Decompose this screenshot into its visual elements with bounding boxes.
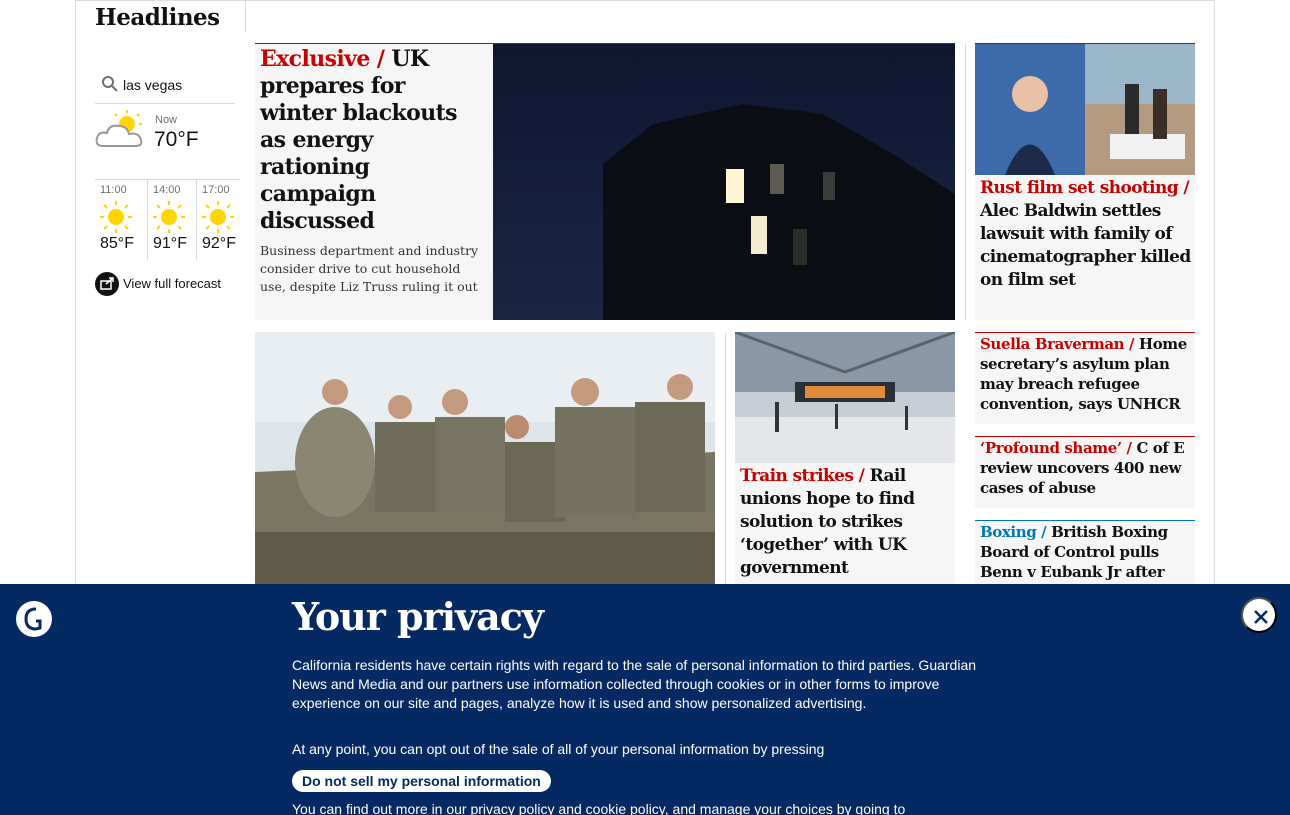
section-title: Headlines [95, 4, 220, 31]
privacy-title: Your privacy [292, 594, 544, 639]
view-full-forecast-label: View full forecast [123, 276, 222, 291]
close-icon [1254, 610, 1268, 624]
story-card-ukraine[interactable] [255, 332, 715, 592]
weather-location-value: las vegas [123, 77, 183, 93]
sun-icon [202, 201, 234, 233]
story-image-film-event [975, 44, 1195, 175]
kicker-separator: / [1129, 335, 1139, 353]
kicker-separator: / [1041, 523, 1052, 541]
weather-now: Now 70°F [95, 108, 235, 178]
weather-hour-time: 17:00 [202, 184, 230, 196]
close-privacy-button[interactable] [1241, 597, 1277, 633]
column-divider [965, 43, 966, 320]
kicker-separator: / [376, 46, 392, 72]
rust-headline[interactable]: Rust film set shooting / Alec Baldwin se… [980, 177, 1192, 292]
section-divider [245, 0, 246, 32]
cofe-kicker: ‘Profound shame’ [980, 439, 1122, 457]
story-card-main[interactable]: Exclusive / UK prepares for winter black… [255, 43, 955, 320]
weather-hour: 14:00 91°F [147, 180, 195, 260]
cofe-headline[interactable]: ‘Profound shame’ / C of E review uncover… [975, 437, 1195, 499]
weather-location-search[interactable]: las vegas [95, 70, 235, 104]
weather-now-label: Now [155, 114, 178, 126]
privacy-more-text: You can find out more in our privacy pol… [292, 801, 906, 815]
boxing-headline[interactable]: Boxing / British Boxing Board of Control… [975, 521, 1195, 583]
privacy-banner: Your privacy California residents have c… [0, 584, 1290, 815]
rust-headline-text: Alec Baldwin settles lawsuit with family… [980, 201, 1191, 290]
main-headline-text: UK prepares for winter blackouts as ener… [260, 46, 458, 234]
rust-kicker: Rust film set shooting [980, 178, 1179, 198]
story-card-braverman[interactable]: Suella Braverman / Home secretary’s asyl… [975, 332, 1195, 424]
sun-icon [153, 201, 185, 233]
story-image-building-at-night [493, 44, 955, 320]
main-kicker: Exclusive [260, 46, 370, 72]
braverman-kicker: Suella Braverman [980, 335, 1125, 353]
kicker-separator: / [1183, 178, 1190, 198]
train-kicker: Train strikes [740, 466, 854, 486]
weather-hourly: 11:00 85°F 14:00 91°F 17:00 92°F [95, 179, 240, 260]
story-image-station [735, 332, 955, 463]
kicker-separator: / [858, 466, 870, 486]
weather-hour-temp: 85°F [100, 235, 134, 252]
story-card-rust[interactable]: Rust film set shooting / Alec Baldwin se… [975, 43, 1195, 320]
kicker-separator: / [1126, 439, 1137, 457]
story-image-soldiers [255, 332, 715, 584]
column-divider [725, 332, 726, 592]
search-icon [102, 76, 118, 92]
privacy-optout-text: At any point, you can opt out of the sal… [292, 741, 825, 757]
external-link-icon [95, 272, 119, 296]
main-headline[interactable]: Exclusive / UK prepares for winter black… [260, 46, 485, 235]
braverman-headline[interactable]: Suella Braverman / Home secretary’s asyl… [975, 333, 1195, 415]
weather-hour-temp: 92°F [202, 235, 236, 252]
weather-hour-temp: 91°F [153, 235, 187, 252]
story-card-boxing[interactable]: Boxing / British Boxing Board of Control… [975, 520, 1195, 590]
train-headline[interactable]: Train strikes / Rail unions hope to find… [740, 465, 952, 580]
weather-hour: 11:00 85°F [95, 180, 143, 260]
boxing-kicker: Boxing [980, 523, 1037, 541]
guardian-logo-icon [16, 601, 52, 637]
weather-now-temp: 70°F [154, 128, 199, 151]
story-card-cofe[interactable]: ‘Profound shame’ / C of E review uncover… [975, 436, 1195, 508]
weather-hour: 17:00 92°F [196, 180, 244, 260]
do-not-sell-button[interactable]: Do not sell my personal information [292, 770, 551, 792]
privacy-body: California residents have certain rights… [292, 657, 977, 711]
main-standfirst: Business department and industry conside… [260, 243, 479, 294]
partly-cloudy-icon [95, 110, 143, 147]
sun-icon [100, 201, 132, 233]
story-card-train[interactable]: Train strikes / Rail unions hope to find… [735, 332, 955, 592]
weather-hour-time: 11:00 [100, 184, 127, 196]
weather-hour-time: 14:00 [153, 184, 181, 196]
